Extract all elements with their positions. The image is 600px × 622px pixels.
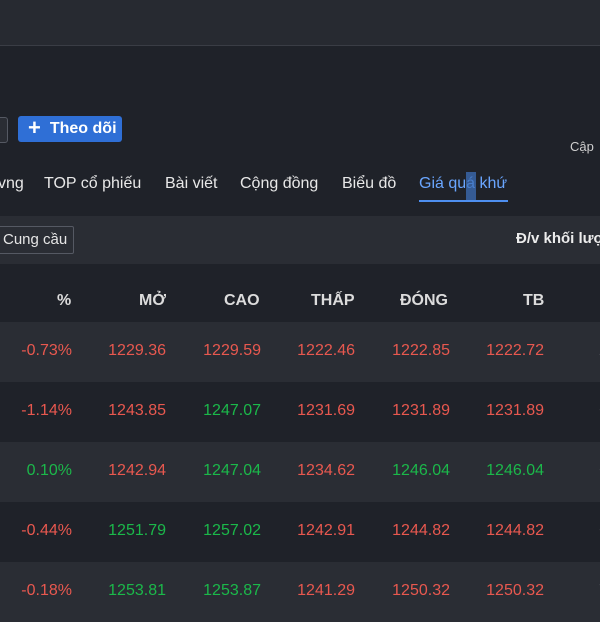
table-row[interactable]: -0.44% 1251.79 1257.02 1242.91 1244.82 1244.8… [0,502,600,562]
tab-top-co-phieu[interactable]: TOP cổ phiếu [44,175,141,193]
column-header-high[interactable]: CAO [224,292,260,310]
table-row[interactable]: 0.10% 1242.94 1247.04 1234.62 1246.04 1246.04… [0,442,600,502]
cell-close: 1231.89 [392,402,450,419]
cell-pct: -0.18% [21,582,72,599]
follow-button[interactable]: + Theo dõi [18,116,122,142]
column-header-pct[interactable]: % [57,292,71,310]
cell-avg: 1246.04 [486,462,544,479]
cell-high: 1247.04 [203,462,261,479]
cell-close: 1222.85 [392,342,450,359]
plus-icon: + [28,115,41,140]
update-time-label: Cập [570,139,594,154]
cell-low: 1242.91 [297,522,355,539]
cell-high: 1257.02 [203,522,261,539]
column-header-close[interactable]: ĐÓNG [400,292,448,310]
partial-button[interactable] [0,117,8,143]
active-tab-indicator [419,200,508,202]
sub-toolbar: Cung cầu Đ/v khối lượ [0,216,600,264]
cell-open: 1229.36 [108,342,166,359]
cell-avg: 1250.32 [486,582,544,599]
cell-avg: 1231.89 [486,402,544,419]
text-cursor-highlight [466,172,476,200]
table-row[interactable]: -1.14% 1243.85 1247.07 1231.69 1231.89 1231.8… [0,382,600,442]
cell-pct: -0.73% [21,342,72,359]
cell-close: 1244.82 [392,522,450,539]
tab-bieu-do[interactable]: Biểu đồ [342,175,396,193]
cell-pct: -0.44% [21,522,72,539]
cell-high: 1229.59 [203,342,261,359]
cell-pct: 0.10% [26,462,72,479]
tab-bar: vng TOP cổ phiếu Bài viết Cộng đồng Biểu… [0,168,600,217]
cell-low: 1234.62 [297,462,355,479]
cell-open: 1243.85 [108,402,166,419]
cell-open: 1242.94 [108,462,166,479]
cell-low: 1231.69 [297,402,355,419]
table-header: % MỞ CAO THẤP ĐÓNG TB [0,264,600,322]
cell-high: 1253.87 [203,582,261,599]
cell-pct: -1.14% [21,402,72,419]
cell-high: 1247.07 [203,402,261,419]
cell-close: 1246.04 [392,462,450,479]
table-row[interactable]: -0.18% 1253.81 1253.87 1241.29 1250.32 1250.3… [0,562,600,622]
tab-gia-qua-khu[interactable]: Giá quá khứ [419,175,507,193]
cell-low: 1241.29 [297,582,355,599]
unit-label: Đ/v khối lượ [516,230,600,247]
cung-cau-button[interactable]: Cung cầu [0,226,75,254]
column-header-avg[interactable]: TB [523,292,544,310]
table-row[interactable]: -0.73% 1229.36 1229.59 1222.46 1222.85 1222.7… [0,322,600,382]
tab-cong-dong[interactable]: Cộng đồng [240,175,318,193]
tab-vng[interactable]: vng [0,175,24,193]
cell-avg: 1244.82 [486,522,544,539]
cell-open: 1251.79 [108,522,166,539]
follow-button-label: Theo dõi [49,120,117,137]
tab-bai-viet[interactable]: Bài viết [165,175,217,193]
cell-open: 1253.81 [108,582,166,599]
column-header-low[interactable]: THẤP [311,292,355,310]
cell-close: 1250.32 [392,582,450,599]
cell-avg: 1222.72 [486,342,544,359]
top-bar [0,0,600,46]
column-header-open[interactable]: MỞ [139,292,166,310]
cell-low: 1222.46 [297,342,355,359]
